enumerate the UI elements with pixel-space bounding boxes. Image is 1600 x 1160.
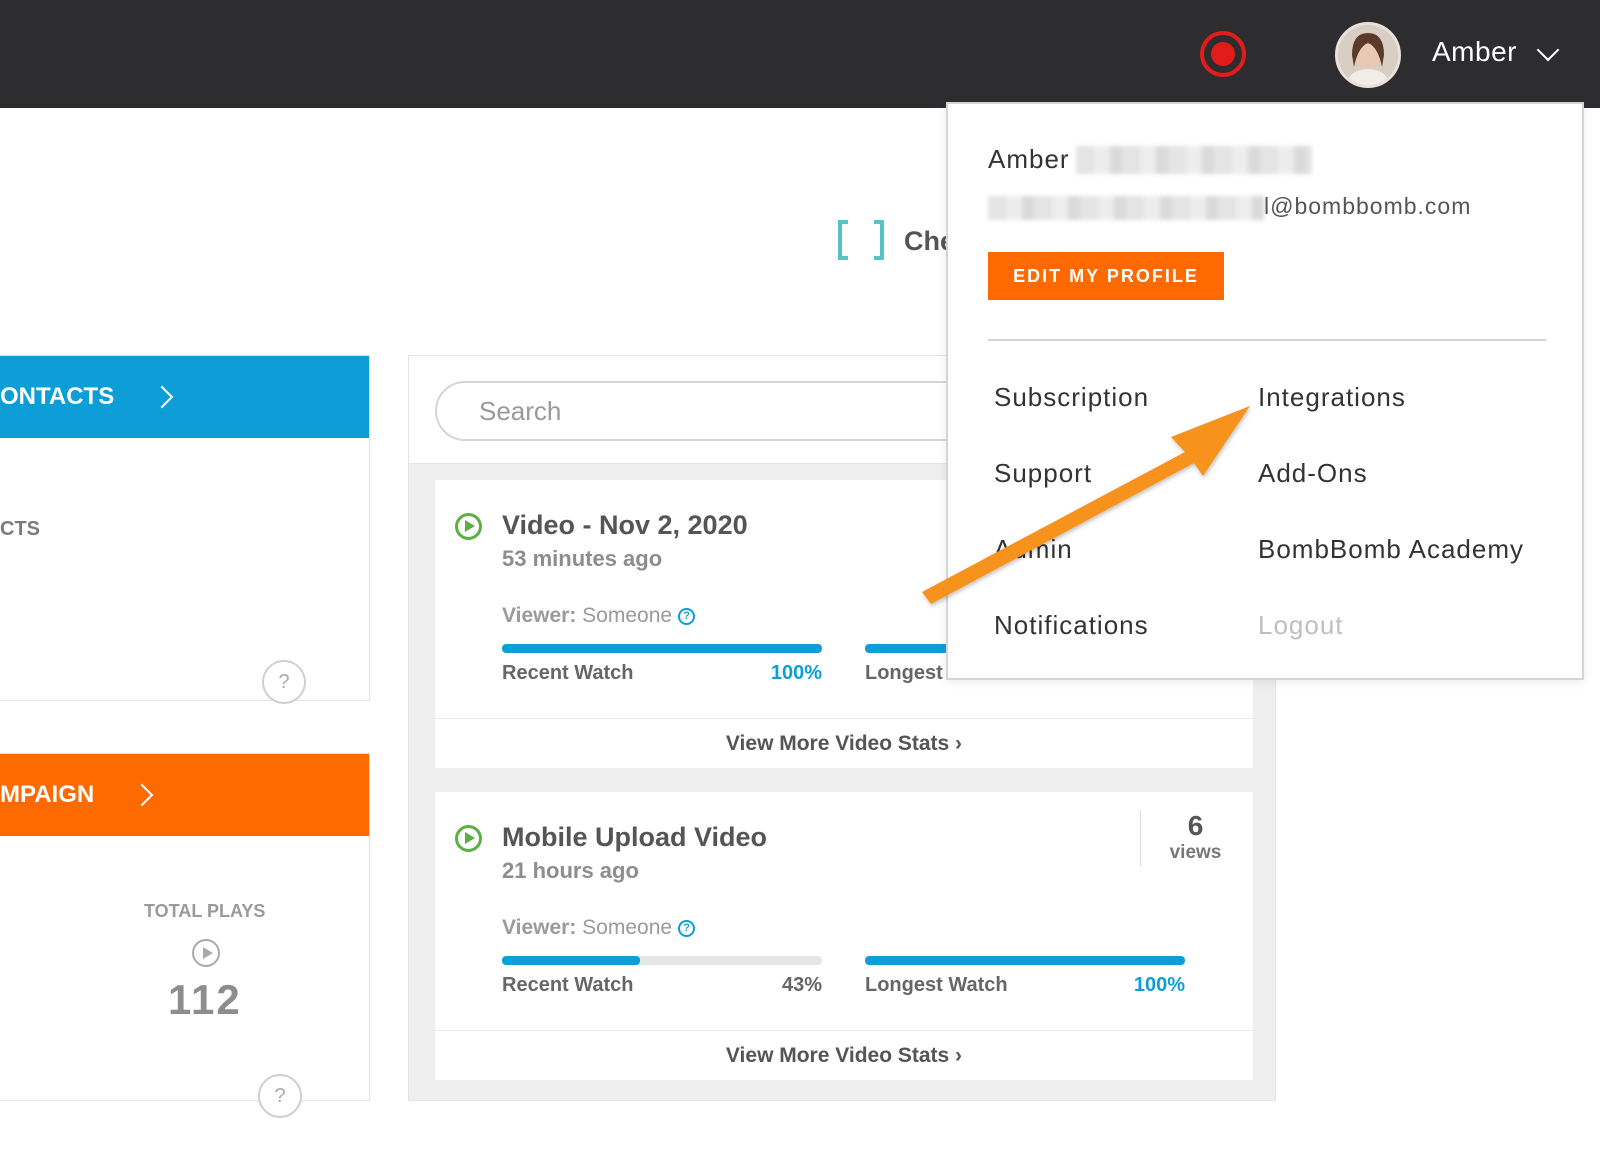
user-avatar-image	[1338, 25, 1398, 85]
contacts-header[interactable]: ONTACTS	[0, 356, 369, 438]
redacted-email	[988, 196, 1264, 220]
contacts-card: ONTACTS CTS ?	[0, 355, 370, 704]
video-title[interactable]: Video - Nov 2, 2020	[502, 510, 748, 541]
question-icon[interactable]: ?	[678, 607, 696, 625]
viewer-label: Viewer:	[502, 604, 577, 627]
longest-watch-label: Longest	[865, 662, 943, 684]
avatar[interactable]	[1335, 22, 1401, 88]
menu-divider	[988, 339, 1546, 341]
contacts-title: ONTACTS	[0, 383, 115, 410]
menu-item-notifications[interactable]: Notifications	[994, 610, 1149, 641]
redacted-last-name	[1076, 146, 1312, 174]
record-icon[interactable]	[1200, 31, 1246, 77]
help-icon[interactable]: ?	[258, 1074, 302, 1118]
longest-watch-bar	[865, 956, 1185, 965]
video-card: Mobile Upload Video 21 hours ago 6 views…	[435, 792, 1253, 1080]
longest-watch-pct: 100%	[1133, 974, 1185, 996]
viewer-label: Viewer:	[502, 916, 577, 939]
viewer-line: Viewer: Someone?	[502, 604, 696, 628]
campaign-title: MPAIGN	[0, 781, 95, 808]
views-label: views	[1169, 842, 1222, 863]
recent-watch-bar	[502, 644, 822, 653]
campaign-card: MPAIGN TOTAL PLAYS 112 ?	[0, 753, 370, 1118]
view-more-stats-link[interactable]: View More Video Stats ›	[435, 718, 1253, 768]
menu-item-admin[interactable]: Admin	[994, 534, 1073, 565]
video-time: 53 minutes ago	[502, 546, 663, 571]
menu-item-subscription[interactable]: Subscription	[994, 382, 1149, 413]
chevron-right-icon	[130, 783, 154, 807]
viewer-line: Viewer: Someone?	[502, 916, 696, 940]
recent-watch-pct: 43%	[781, 974, 822, 996]
view-more-stats-link[interactable]: View More Video Stats ›	[435, 1030, 1253, 1080]
views-count: 6	[1187, 810, 1204, 841]
menu-item-logout[interactable]: Logout	[1258, 610, 1344, 641]
recent-watch-pct: 100%	[770, 662, 822, 684]
user-name[interactable]: Amber	[1432, 36, 1517, 68]
recent-watch-label: Recent Watch	[502, 662, 634, 684]
chevron-right-icon	[150, 385, 174, 409]
viewer-value: Someone	[582, 916, 673, 939]
menu-item-integrations[interactable]: Integrations	[1258, 382, 1406, 413]
menu-item-bombbomb-academy[interactable]: BombBomb Academy	[1258, 534, 1524, 565]
edit-profile-button[interactable]: EDIT MY PROFILE	[988, 252, 1224, 300]
recent-watch-label: Recent Watch	[502, 974, 634, 996]
menu-item-add-ons[interactable]: Add-Ons	[1258, 458, 1368, 489]
profile-name: Amber	[988, 144, 1070, 174]
question-icon[interactable]: ?	[678, 919, 696, 937]
total-plays-value: 112	[168, 976, 242, 1023]
bracket-icon	[838, 218, 884, 262]
help-icon[interactable]: ?	[262, 660, 306, 704]
play-icon[interactable]	[455, 825, 482, 852]
contacts-subtitle: CTS	[0, 518, 40, 540]
menu-item-support[interactable]: Support	[994, 458, 1092, 489]
top-bar: Amber	[0, 0, 1600, 108]
video-title[interactable]: Mobile Upload Video	[502, 822, 767, 853]
views-count-box: 6 views	[1140, 810, 1250, 866]
total-plays-label: TOTAL PLAYS	[144, 901, 266, 921]
video-time: 21 hours ago	[502, 858, 639, 883]
user-dropdown-menu: Amber l@bombbomb.com EDIT MY PROFILE Sub…	[946, 102, 1584, 680]
campaign-header[interactable]: MPAIGN	[0, 754, 369, 836]
play-icon	[192, 939, 220, 967]
recent-watch-bar	[502, 956, 822, 965]
chevron-down-icon[interactable]	[1536, 38, 1560, 62]
play-icon[interactable]	[455, 513, 482, 540]
longest-watch-label: Longest Watch	[865, 974, 1008, 996]
profile-email: l@bombbomb.com	[1264, 193, 1472, 219]
viewer-value: Someone	[582, 604, 673, 627]
